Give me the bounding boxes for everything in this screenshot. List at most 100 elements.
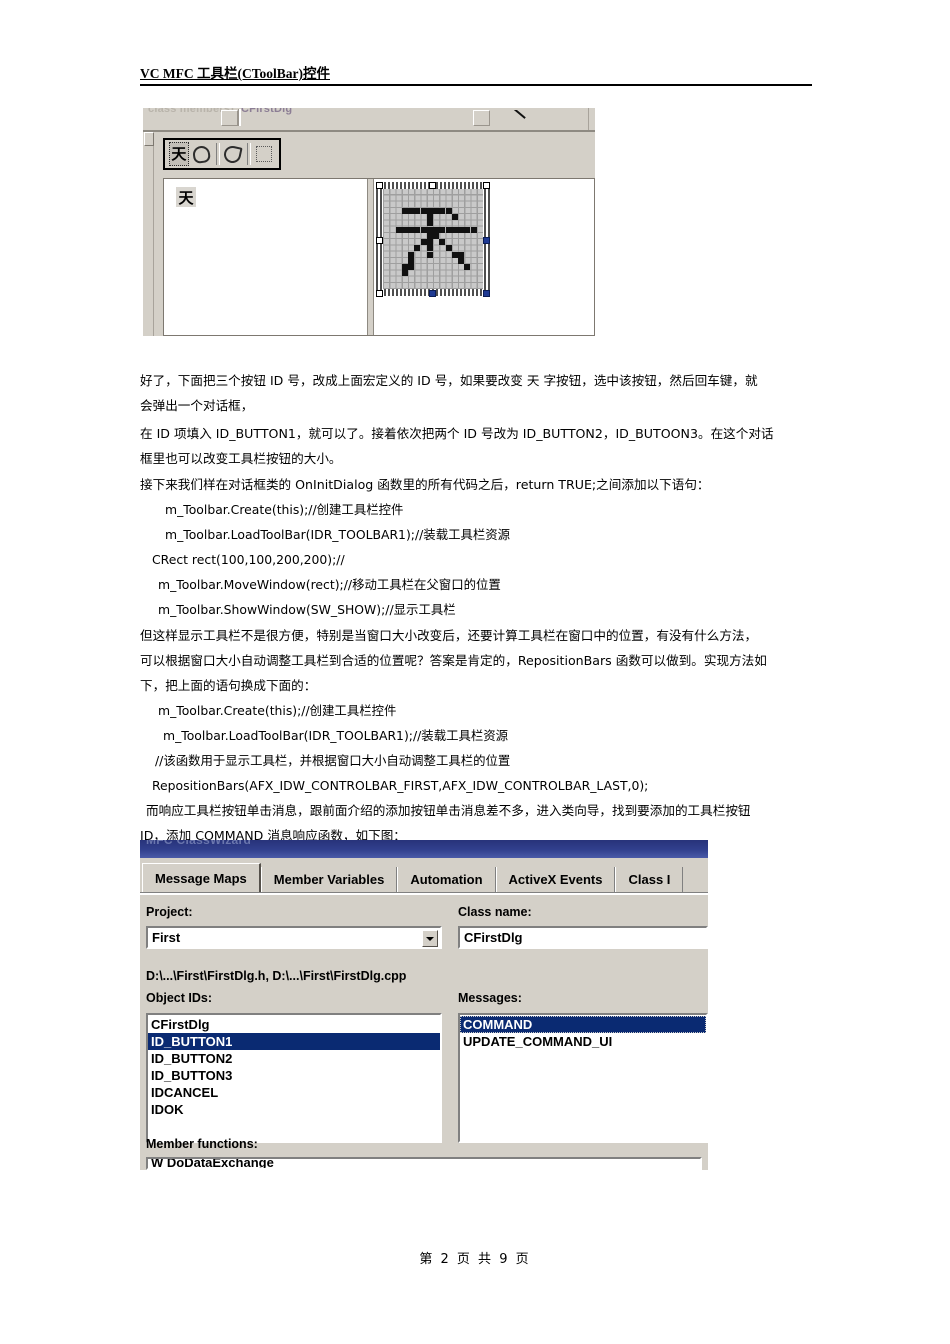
- list-item[interactable]: IDCANCEL: [148, 1084, 440, 1101]
- pixel: [414, 207, 421, 214]
- pixel: [414, 226, 421, 233]
- code-line-5: m_Toolbar.ShowWindow(SW_SHOW);//显示工具栏: [158, 602, 456, 617]
- tab-automation[interactable]: Automation: [397, 867, 496, 892]
- member-functions-list[interactable]: W DoDataExchange: [146, 1157, 702, 1170]
- button-thumbnail[interactable]: 天: [176, 187, 196, 207]
- list-item[interactable]: UPDATE_COMMAND_UI: [460, 1033, 706, 1050]
- scrollbar-thumb[interactable]: [144, 132, 154, 146]
- project-combo[interactable]: First: [146, 926, 442, 949]
- resource-editor-workspace: 天 天: [143, 132, 595, 336]
- code-line-7: m_Toolbar.LoadToolBar(IDR_TOOLBAR1);//装载…: [163, 728, 509, 743]
- dialog-client-area: Message Maps Member Variables Automation…: [140, 858, 708, 1170]
- tab-class-info[interactable]: Class I: [615, 867, 684, 892]
- tab-activex-events-label: ActiveX Events: [508, 872, 603, 887]
- tab-strip: Message Maps Member Variables Automation…: [142, 863, 706, 892]
- pixel: [395, 226, 402, 233]
- pixel: [439, 207, 446, 214]
- project-label: Project:: [146, 905, 193, 919]
- paragraph-5-line-1: 而响应工具栏按钮单击消息，跟前面介绍的添加按钮单击消息差不多，进入类向导，找到要…: [146, 803, 751, 818]
- class-name-combo[interactable]: CFirstDlg: [458, 926, 708, 949]
- pixel: [426, 245, 433, 252]
- pixel: [408, 226, 414, 233]
- list-item[interactable]: COMMAND: [460, 1016, 706, 1033]
- project-label-text: Project:: [146, 905, 193, 919]
- resize-handle-s[interactable]: [429, 290, 436, 297]
- toolbar-button-1[interactable]: [190, 141, 213, 167]
- list-item[interactable]: IDOK: [148, 1101, 440, 1118]
- tab-underline: [140, 892, 708, 895]
- resize-handle-nw[interactable]: [376, 182, 383, 189]
- member-functions-label-text: Member functions:: [146, 1137, 258, 1151]
- class-members-combo-arrow[interactable]: [221, 110, 238, 126]
- paragraph-1-line-2: 会弹出一个对话框，: [140, 398, 254, 413]
- pixel: [401, 270, 408, 277]
- tab-message-maps[interactable]: Message Maps: [142, 863, 261, 892]
- project-combo-value: First: [152, 930, 181, 945]
- running-header: VC MFC 工具栏(CToolBar)控件: [140, 62, 812, 86]
- pixel: [470, 226, 477, 233]
- pixel: [451, 251, 458, 258]
- code-line-6: m_Toolbar.Create(this);//创建工具栏控件: [158, 703, 397, 718]
- list-item[interactable]: CFirstDlg: [148, 1016, 440, 1033]
- list-item[interactable]: W DoDataExchange: [148, 1159, 700, 1168]
- pixel-grid-editor[interactable]: [376, 182, 492, 298]
- list-item[interactable]: ID_BUTTON2: [148, 1050, 440, 1067]
- resize-handle-ne[interactable]: [483, 182, 490, 189]
- tab-activex-events[interactable]: ActiveX Events: [495, 867, 616, 892]
- pixel: [426, 226, 433, 233]
- blob-icon: [222, 143, 244, 165]
- toolbar-button-0[interactable]: 天: [168, 141, 190, 167]
- tab-member-variables[interactable]: Member Variables: [260, 867, 398, 892]
- object-ids-label: Object IDs:: [146, 991, 212, 1005]
- class-name-label: Class name:: [458, 905, 532, 919]
- pixel: [426, 220, 433, 227]
- tab-member-variables-label: Member Variables: [273, 872, 385, 887]
- toolbar-button-2[interactable]: [222, 141, 244, 167]
- pixel: [445, 207, 452, 214]
- toolbar-button-divider-2: [246, 143, 252, 165]
- resize-handle-se[interactable]: [483, 290, 490, 297]
- toolbar-preview[interactable]: 天: [163, 138, 281, 170]
- messages-list[interactable]: COMMAND UPDATE_COMMAND_UI: [458, 1013, 708, 1143]
- pixel: [433, 232, 439, 239]
- object-ids-list[interactable]: CFirstDlg ID_BUTTON1 ID_BUTTON2 ID_BUTTO…: [146, 1013, 442, 1143]
- pixel: [426, 239, 433, 245]
- resize-handle-sw[interactable]: [376, 290, 383, 297]
- class-name-label-text: Class name:: [458, 905, 532, 919]
- ide-toolbar-strip: class members) CFirstDlg: [143, 108, 595, 130]
- pixel: [426, 251, 433, 258]
- toolbar-button-new-placeholder[interactable]: [253, 141, 276, 167]
- list-item[interactable]: ID_BUTTON3: [148, 1067, 440, 1084]
- workspace-vertical-scrollbar[interactable]: [143, 132, 154, 336]
- pixel: [433, 207, 439, 214]
- pixel: [439, 239, 446, 245]
- paragraph-4-line-1: 但这样显示工具栏不是很方便，特别是当窗口大小改变后，还要计算工具栏在窗口中的位置…: [140, 628, 758, 643]
- pixel: [401, 207, 408, 214]
- toolbar-editor-canvas[interactable]: 天: [163, 178, 595, 336]
- list-item[interactable]: ID_BUTTON1: [148, 1033, 440, 1050]
- pixel: [451, 226, 458, 233]
- pixel: [420, 239, 427, 245]
- code-line-2: m_Toolbar.LoadToolBar(IDR_TOOLBAR1);//装载…: [165, 527, 511, 542]
- dialog-title-bar[interactable]: MFC ClassWizard: [140, 840, 708, 858]
- source-file-path: D:\...\First\FirstDlg.h, D:\...\First\Fi…: [146, 969, 407, 983]
- pixel: [464, 264, 471, 270]
- class-combo-arrow[interactable]: [473, 110, 490, 126]
- pixel: [401, 226, 408, 233]
- resize-handle-e[interactable]: [483, 237, 490, 244]
- object-ids-label-text: Object IDs:: [146, 991, 212, 1005]
- dialog-title: MFC ClassWizard: [146, 840, 252, 847]
- magic-wand-icon[interactable]: [507, 110, 533, 126]
- pixel: [408, 207, 414, 214]
- pixel: [414, 245, 421, 252]
- tab-class-info-label: Class I: [628, 872, 671, 887]
- resize-handle-w[interactable]: [376, 237, 383, 244]
- paragraph-2-line-1: 在 ID 项填入 ID_BUTTON1，就可以了。接着依次把两个 ID 号改为 …: [140, 426, 774, 441]
- header-rule: [140, 84, 812, 86]
- page-footer: 第 2 页 共 9 页: [419, 1252, 531, 1267]
- resize-handle-n[interactable]: [429, 182, 436, 189]
- chevron-down-icon[interactable]: [422, 930, 438, 947]
- page-title: VC MFC 工具栏(CToolBar)控件: [140, 66, 330, 81]
- canvas-splitter[interactable]: [367, 179, 374, 335]
- pixel: [445, 226, 452, 233]
